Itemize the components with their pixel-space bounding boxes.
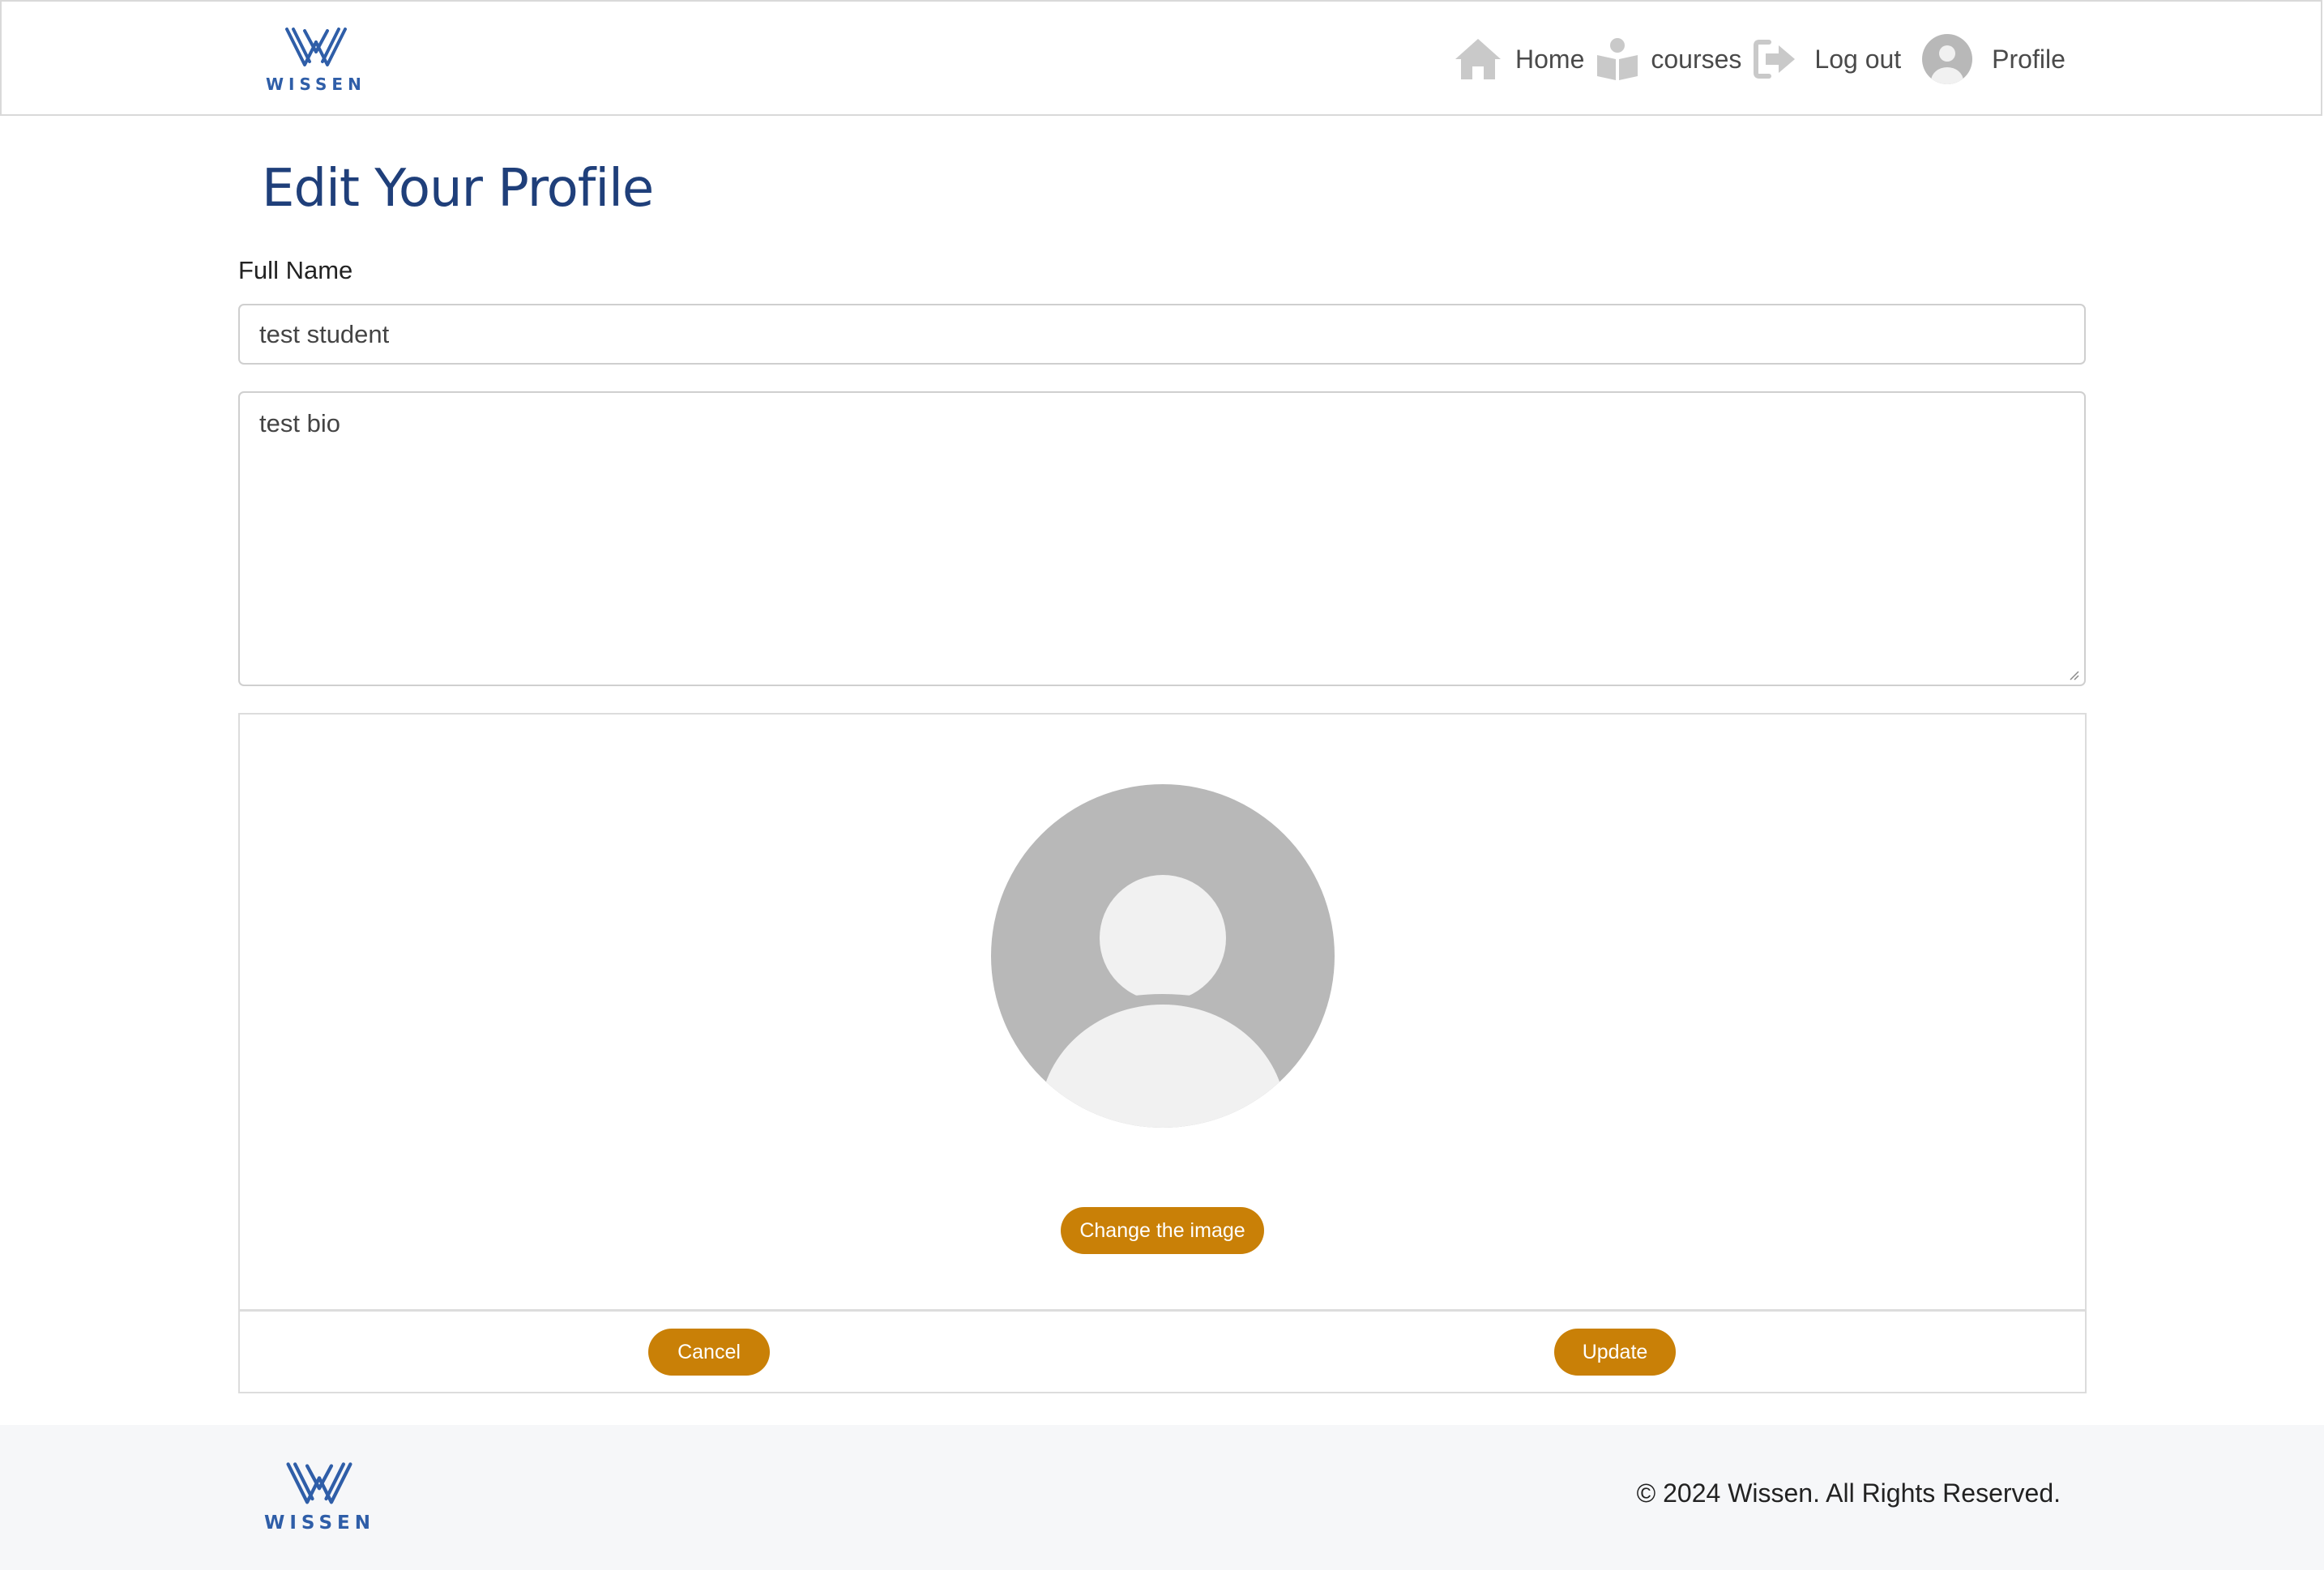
brand-logo[interactable]: WISSEN [266, 24, 366, 94]
nav-home[interactable]: Home [1454, 37, 1584, 81]
nav-profile-label: Profile [1992, 44, 2066, 74]
bio-textarea[interactable]: test bio [238, 391, 2086, 686]
form-actions-bar: Cancel Update [238, 1310, 2087, 1393]
logout-icon [1754, 40, 1796, 79]
full-name-input[interactable] [238, 304, 2086, 365]
resize-handle-icon[interactable] [2068, 669, 2079, 680]
wissen-logo-icon [286, 1462, 353, 1504]
site-header: WISSEN Home courses Log out Profile [0, 0, 2322, 116]
main-nav: Home courses Log out Profile [1454, 32, 2066, 86]
home-icon [1455, 39, 1501, 79]
nav-courses-label: courses [1651, 44, 1742, 74]
site-footer: WISSEN © 2024 Wissen. All Rights Reserve… [0, 1425, 2324, 1570]
footer-brand-wordmark: WISSEN [264, 1512, 375, 1534]
nav-logout-label: Log out [1814, 44, 1902, 74]
wissen-logo-icon [284, 28, 347, 66]
full-name-label: Full Name [238, 256, 353, 284]
cancel-button[interactable]: Cancel [648, 1329, 770, 1376]
nav-courses[interactable]: courses [1596, 37, 1741, 81]
footer-brand-logo[interactable]: WISSEN [264, 1459, 375, 1534]
nav-profile[interactable]: Profile [1922, 34, 2066, 84]
change-image-button[interactable]: Change the image [1061, 1207, 1264, 1254]
update-button[interactable]: Update [1554, 1329, 1676, 1376]
copyright-text: © 2024 Wissen. All Rights Reserved. [1636, 1478, 2061, 1508]
book-reader-icon [1597, 38, 1638, 80]
brand-wordmark: WISSEN [266, 75, 366, 94]
default-user-avatar-icon [991, 784, 1335, 1128]
user-avatar-icon [1922, 34, 1973, 84]
page-title: Edit Your Profile [262, 159, 654, 219]
profile-image-panel: Change the image [238, 713, 2087, 1311]
nav-logout[interactable]: Log out [1753, 39, 1901, 79]
nav-home-label: Home [1515, 44, 1585, 74]
